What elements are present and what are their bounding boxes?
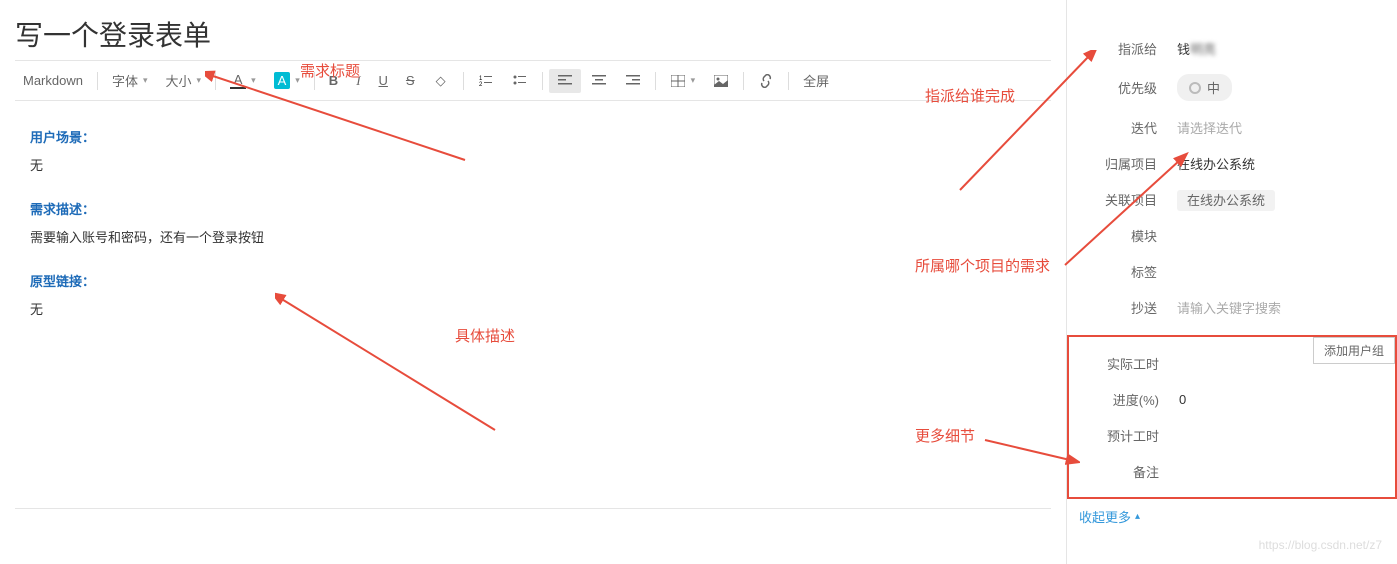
estimate-hours-label: 预计工时 [1069, 426, 1179, 445]
highlight-color-button[interactable]: A [266, 68, 308, 93]
priority-label: 优先级 [1067, 78, 1177, 97]
table-button[interactable] [662, 69, 704, 93]
font-family-dropdown[interactable]: 字体 [104, 67, 156, 94]
italic-button[interactable]: I [348, 69, 368, 93]
requirement-title-input[interactable] [15, 0, 1051, 60]
watermark-text: https://blog.csdn.net/z7 [1259, 538, 1382, 552]
bold-button[interactable]: B [321, 69, 346, 92]
more-details-box: 添加用户组 实际工时 进度(%) 0 预计工时 备注 [1067, 335, 1397, 499]
progress-label: 进度(%) [1069, 390, 1179, 409]
assignee-value[interactable]: 钱明亮 [1177, 39, 1397, 58]
module-label: 模块 [1067, 226, 1177, 245]
related-project-value[interactable]: 在线办公系统 [1177, 190, 1397, 209]
svg-text:2: 2 [479, 82, 483, 88]
assignee-label: 指派给 [1067, 39, 1177, 58]
font-size-dropdown[interactable]: 大小 [158, 67, 210, 94]
remark-label: 备注 [1069, 462, 1179, 481]
fullscreen-button[interactable]: 全屏 [795, 67, 837, 94]
strikethrough-button[interactable]: S [398, 69, 423, 92]
iteration-select[interactable]: 请选择迭代 [1177, 118, 1397, 137]
add-user-group-button[interactable]: 添加用户组 [1313, 337, 1395, 364]
project-value[interactable]: 在线办公系统 [1177, 154, 1397, 173]
collapse-more-link[interactable]: 收起更多 [1067, 499, 1152, 534]
underline-button[interactable]: U [371, 69, 396, 92]
scene-header: 用户场景： [30, 126, 1036, 149]
ordered-list-button[interactable]: 12 [470, 69, 502, 93]
editor-toolbar: Markdown 字体 大小 A A B I U S ◇ 12 [15, 60, 1051, 101]
align-left-button[interactable] [549, 69, 581, 93]
cc-input[interactable]: 请输入关键字搜索 [1177, 298, 1397, 317]
link-button[interactable] [750, 69, 782, 93]
proto-header: 原型链接： [30, 270, 1036, 293]
unordered-list-button[interactable] [504, 69, 536, 93]
iteration-label: 迭代 [1067, 118, 1177, 137]
main-editor-area: Markdown 字体 大小 A A B I U S ◇ 12 [0, 0, 1067, 564]
related-project-label: 关联项目 [1067, 190, 1177, 209]
font-color-button[interactable]: A [222, 69, 264, 93]
scene-content: 无 [30, 154, 1036, 177]
clear-format-button[interactable]: ◇ [425, 69, 457, 93]
properties-sidebar: 指派给 钱明亮 优先级 中 迭代 请选择迭代 归属项目 在线办公系统 关联项目 … [1067, 0, 1397, 564]
cc-label: 抄送 [1067, 298, 1177, 317]
actual-hours-label: 实际工时 [1069, 354, 1179, 373]
tags-label: 标签 [1067, 262, 1177, 281]
proto-content: 无 [30, 298, 1036, 321]
project-label: 归属项目 [1067, 154, 1177, 173]
priority-value[interactable]: 中 [1177, 74, 1397, 101]
image-button[interactable] [705, 69, 737, 93]
editor-content[interactable]: 用户场景： 无 需求描述： 需要输入账号和密码，还有一个登录按钮 原型链接： 无 [15, 101, 1051, 356]
desc-header: 需求描述： [30, 198, 1036, 221]
align-right-button[interactable] [617, 69, 649, 93]
align-center-button[interactable] [583, 69, 615, 93]
progress-value[interactable]: 0 [1179, 392, 1395, 407]
markdown-mode-button[interactable]: Markdown [15, 69, 91, 92]
desc-content: 需要输入账号和密码，还有一个登录按钮 [30, 226, 1036, 249]
